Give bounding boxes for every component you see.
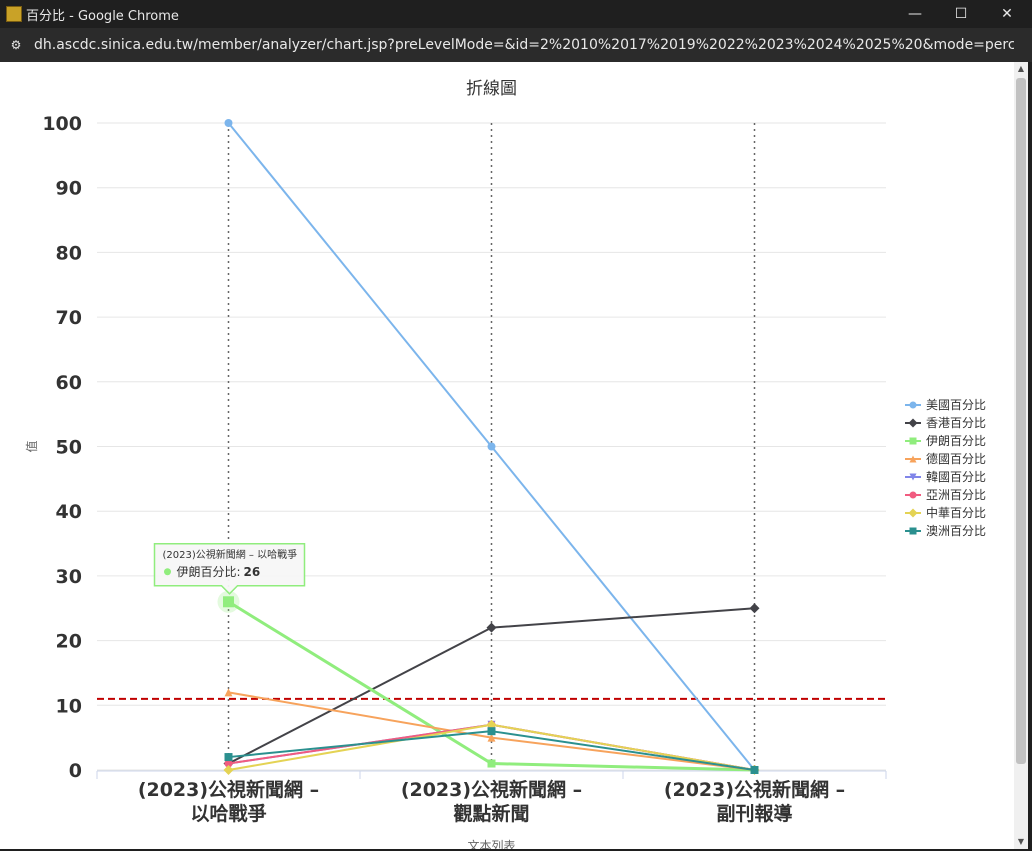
y-tick-label: 50 [56, 437, 82, 459]
legend-label: 伊朗百分比 [926, 434, 986, 448]
legend-item-1[interactable]: 美國百分比 [905, 398, 986, 412]
x-axis-title: 文本列表 [467, 838, 515, 849]
legend-item-5[interactable]: 韓國百分比 [905, 470, 986, 484]
legend-label: 德國百分比 [926, 451, 986, 466]
data-point [223, 765, 234, 775]
x-tick-label: (2023)公視新聞網 – [401, 778, 582, 801]
series-2 [223, 603, 760, 769]
y-tick-label: 80 [56, 242, 82, 264]
window-titlebar: 百分比 - Google Chrome — ☐ ✕ [0, 0, 1032, 28]
data-point [909, 437, 917, 445]
minimize-button[interactable]: — [892, 0, 938, 28]
legend-layer: 美國百分比香港百分比伊朗百分比德國百分比韓國百分比亞洲百分比中華百分比澳洲百分比 [905, 398, 986, 538]
y-tick-label: 70 [56, 307, 82, 329]
data-point [909, 527, 917, 535]
scrollbar-thumb[interactable] [1016, 78, 1026, 764]
x-tick-label: 以哈戰爭 [190, 802, 266, 825]
vertical-scrollbar[interactable]: ▲ ▼ [1014, 62, 1028, 849]
y-tick-label: 60 [56, 372, 82, 394]
x-tick-label: 副刊報導 [716, 802, 792, 825]
address-bar: ⚙ dh.ascdc.sinica.edu.tw/member/analyzer… [0, 28, 1032, 62]
y-tick-label: 30 [56, 566, 82, 588]
chart-title: 折線圖 [466, 79, 517, 99]
y-tick-label: 0 [69, 760, 82, 782]
legend-label: 亞洲百分比 [926, 488, 986, 502]
tooltip-value: 26 [244, 565, 261, 579]
data-point [749, 603, 760, 614]
tooltip-layer: (2023)公視新聞網 – 以哈戰爭伊朗百分比: 26 [153, 543, 306, 613]
scroll-down-arrow-icon[interactable]: ▼ [1014, 835, 1028, 849]
site-settings-icon[interactable]: ⚙ [6, 37, 26, 53]
data-point [750, 766, 759, 774]
y-tick-label: 10 [56, 695, 82, 717]
y-tick-label: 40 [56, 501, 82, 523]
tooltip-title: (2023)公視新聞網 – 以哈戰爭 [163, 548, 298, 561]
scroll-up-arrow-icon[interactable]: ▲ [1014, 62, 1028, 76]
url-field[interactable]: dh.ascdc.sinica.edu.tw/member/analyzer/c… [34, 37, 1014, 53]
legend-item-4[interactable]: 德國百分比 [905, 451, 986, 466]
tooltip-series-dot [164, 568, 171, 576]
data-point [908, 418, 918, 428]
data-point [487, 727, 496, 736]
y-tick-label: 20 [56, 631, 82, 653]
data-point [909, 401, 917, 409]
data-point [223, 596, 234, 608]
data-point [224, 753, 233, 762]
y-axis-title: 值 [24, 440, 39, 452]
x-tick-label: 觀點新聞 [453, 802, 529, 825]
legend-item-2[interactable]: 香港百分比 [905, 416, 986, 430]
data-point [487, 442, 496, 451]
legend-item-6[interactable]: 亞洲百分比 [905, 488, 986, 502]
window-title: 百分比 - Google Chrome [26, 9, 179, 24]
legend-label: 韓國百分比 [926, 470, 986, 484]
app-icon [6, 6, 22, 22]
data-point [486, 622, 497, 633]
x-tick-label: (2023)公視新聞網 – [664, 778, 845, 801]
legend-label: 美國百分比 [926, 398, 986, 412]
line-chart: 折線圖0102030405060708090100(2023)公視新聞網 –以哈… [24, 79, 986, 849]
data-point [224, 119, 233, 127]
legend-label: 中華百分比 [926, 505, 986, 520]
y-tick-label: 100 [42, 113, 82, 135]
maximize-button[interactable]: ☐ [938, 0, 984, 28]
legend-item-3[interactable]: 伊朗百分比 [905, 434, 986, 448]
legend-label: 香港百分比 [926, 416, 986, 430]
axis-layer: 折線圖0102030405060708090100(2023)公視新聞網 –以哈… [24, 79, 887, 849]
close-button[interactable]: ✕ [984, 0, 1030, 28]
legend-item-7[interactable]: 中華百分比 [905, 505, 986, 520]
legend-item-8[interactable]: 澳洲百分比 [905, 524, 986, 538]
page-viewport: 折線圖 0 10 20 30 40 50 60 70 80 90 100 (2023)公視新聞網 – 以哈… [0, 62, 1014, 849]
data-point [487, 759, 496, 768]
y-tick-label: 90 [56, 178, 82, 200]
x-tick-label: (2023)公視新聞網 – [138, 778, 319, 801]
legend-label: 澳洲百分比 [926, 524, 986, 538]
tooltip-series-name: 伊朗百分比: [177, 565, 241, 579]
data-point [909, 491, 917, 499]
data-point [908, 508, 918, 518]
